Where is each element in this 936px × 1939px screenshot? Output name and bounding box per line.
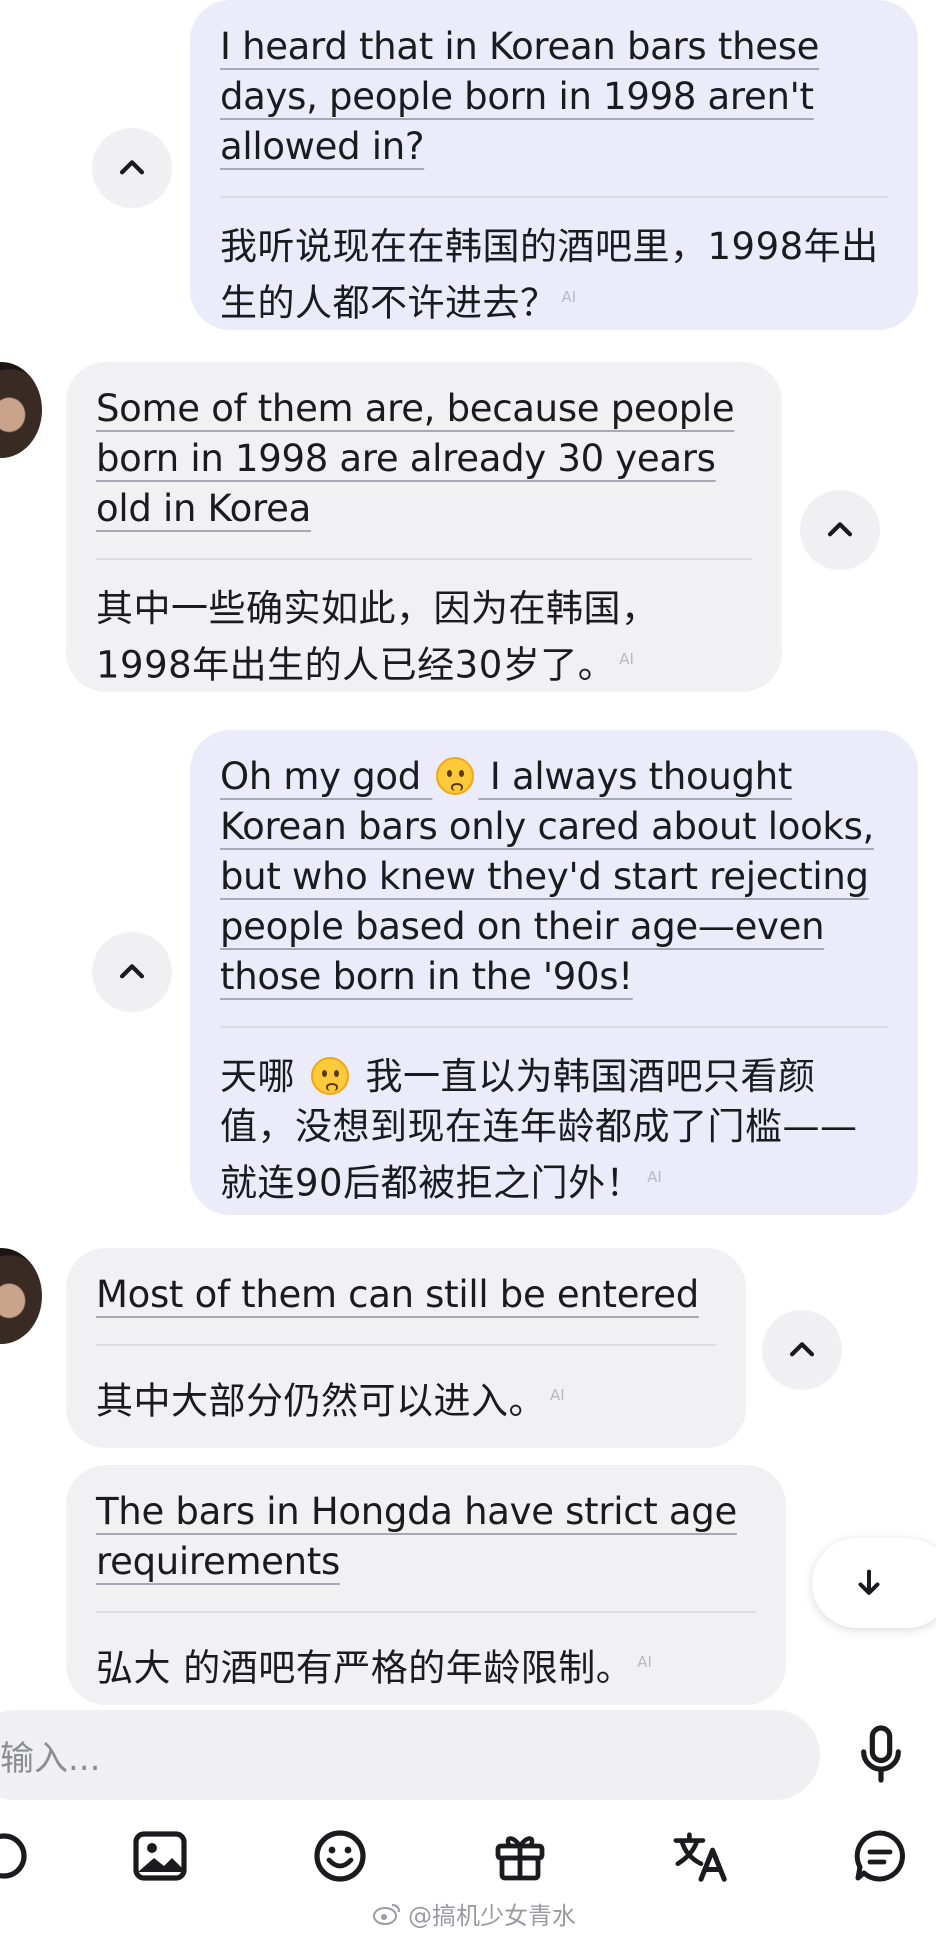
arrow-down-icon <box>858 1569 880 1595</box>
assistant-message[interactable]: Some of them are, because people born in… <box>66 362 782 692</box>
message-chinese-text: 其中一些确实如此，因为在韩国，1998年出生的人已经30岁了。 AI <box>96 587 659 687</box>
gift-button[interactable] <box>492 1828 548 1888</box>
message-input[interactable]: 输入... <box>0 1710 820 1800</box>
chevron-up-icon <box>827 522 853 537</box>
divider <box>96 558 752 560</box>
divider <box>96 1611 756 1613</box>
ai-tag: AI <box>637 1653 652 1671</box>
message-english-text: Most of them can still be entered <box>96 1273 699 1316</box>
divider <box>220 196 888 198</box>
translate-button[interactable] <box>672 1828 730 1888</box>
translate-icon <box>673 1832 727 1882</box>
ai-tag: AI <box>550 1386 565 1404</box>
watermark: @搞机少女青水 <box>372 1896 576 1931</box>
watermark-text: @搞机少女青水 <box>408 1902 576 1930</box>
message-english-text: I heard that in Korean bars these days, … <box>220 25 820 168</box>
worried-face-icon <box>436 757 475 795</box>
collapse-translation-button[interactable] <box>800 490 880 570</box>
image-button[interactable] <box>132 1828 188 1888</box>
gift-icon <box>495 1836 545 1881</box>
worried-face-icon <box>311 1057 350 1095</box>
circle-icon <box>0 1833 27 1879</box>
divider <box>96 1344 716 1346</box>
message-english-text: Some of them are, because people born in… <box>96 387 735 530</box>
ai-tag: AI <box>561 288 577 306</box>
chevron-up-icon <box>789 1342 815 1357</box>
assistant-message[interactable]: The bars in Hongda have strict age requi… <box>66 1465 786 1705</box>
avatar[interactable] <box>0 362 42 458</box>
microphone-icon <box>861 1725 901 1783</box>
user-message[interactable]: I heard that in Korean bars these days, … <box>190 0 918 330</box>
chevron-up-icon <box>119 160 145 175</box>
ai-tag: AI <box>647 1168 662 1186</box>
collapse-translation-button[interactable] <box>92 128 172 208</box>
image-icon <box>133 1831 187 1881</box>
input-placeholder: 输入... <box>0 1738 101 1779</box>
emoji-button[interactable] <box>312 1828 368 1888</box>
collapse-translation-button[interactable] <box>92 932 172 1012</box>
weibo-logo-icon <box>373 1903 400 1925</box>
message-chinese-text: 弘大 的酒吧有严格的年龄限制。 AI <box>96 1646 652 1690</box>
ai-tag: AI <box>619 650 634 668</box>
avatar[interactable] <box>0 1248 42 1344</box>
assistant-message[interactable]: Most of them can still be entered 其中大部分仍… <box>66 1248 746 1448</box>
message-chinese-text: 天哪 我一直以为韩国酒吧只看颜值，没想到现在连年龄都成了门槛——就连90后都被拒… <box>220 1055 858 1205</box>
scroll-to-bottom-button[interactable] <box>812 1538 936 1628</box>
message-english-text: Oh my god I always thought Korean bars o… <box>220 755 875 998</box>
chat-icon <box>854 1830 905 1882</box>
collapse-translation-button[interactable] <box>762 1310 842 1390</box>
message-english-text: The bars in Hongda have strict age requi… <box>96 1490 737 1583</box>
chat-button[interactable] <box>852 1828 908 1888</box>
chevron-up-icon <box>119 964 145 979</box>
toolbar-partial-button[interactable] <box>0 1828 32 1888</box>
user-message[interactable]: Oh my god I always thought Korean bars o… <box>190 730 918 1215</box>
message-chinese-text: 其中大部分仍然可以进入。 AI <box>96 1379 565 1423</box>
microphone-button[interactable] <box>855 1723 907 1789</box>
divider <box>220 1026 888 1028</box>
emoji-icon <box>314 1830 366 1882</box>
message-chinese-text: 我听说现在在韩国的酒吧里，1998年出生的人都不许进去？ AI <box>220 225 879 325</box>
